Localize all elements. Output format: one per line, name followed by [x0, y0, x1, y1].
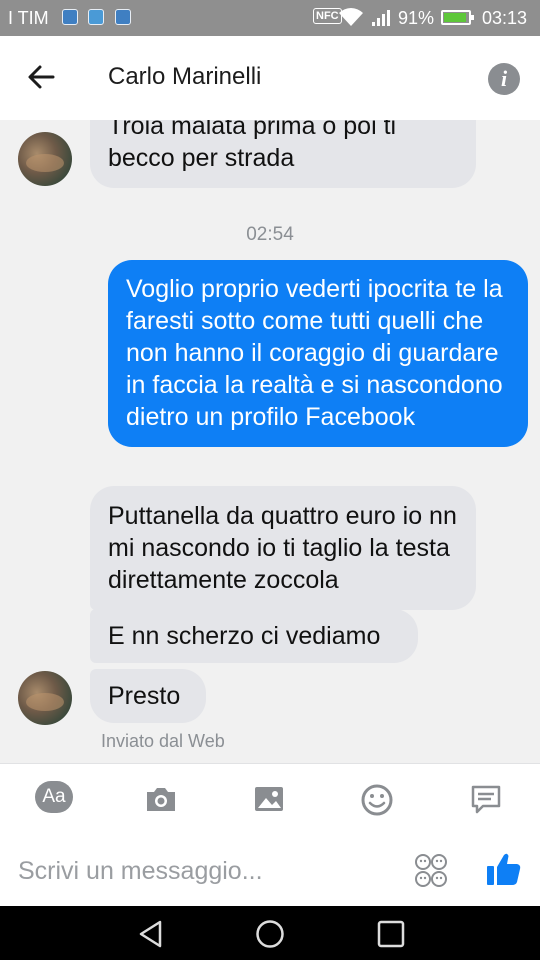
status-bar: I TIM NFC 91% 03:13 [0, 0, 540, 36]
sent-via-label: Inviato dal Web [101, 731, 225, 751]
quick-reply-icon[interactable] [469, 784, 505, 816]
contact-name[interactable]: Carlo Marinelli [108, 63, 261, 91]
wifi-icon [338, 6, 364, 33]
incoming-message[interactable]: E nn scherzo ci vediamo [90, 609, 418, 663]
composer-toolbar: Aa [0, 763, 540, 835]
message-timestamp: 02:54 [246, 224, 294, 245]
emoji-icon[interactable] [360, 784, 396, 816]
carrier-label: I TIM [8, 8, 49, 28]
message-list[interactable]: Troia malata prima o poi ti becco per st… [0, 120, 540, 763]
nav-back-icon[interactable] [136, 919, 166, 949]
battery-level-fill [444, 13, 466, 22]
incoming-message[interactable]: Troia malata prima o poi ti becco per st… [90, 120, 476, 188]
sticker-icon[interactable] [414, 853, 450, 889]
clock: 03:13 [482, 8, 528, 28]
like-icon[interactable] [484, 849, 524, 889]
outgoing-message[interactable]: Voglio proprio vederti ipocrita te la fa… [108, 260, 528, 447]
nav-recents-icon[interactable] [376, 919, 406, 949]
incoming-message[interactable]: Puttanella da quattro euro io nn mi nasc… [90, 486, 476, 610]
notification-image-icon [115, 9, 131, 25]
back-arrow-icon[interactable] [24, 60, 58, 94]
camera-icon[interactable] [144, 784, 180, 816]
nav-home-icon[interactable] [255, 919, 285, 949]
incoming-message[interactable]: Presto [90, 669, 206, 723]
info-icon[interactable]: i [488, 63, 520, 95]
notification-app-icon [62, 9, 78, 25]
text-format-icon[interactable]: Aa [35, 781, 73, 813]
message-composer [0, 835, 540, 906]
avatar[interactable] [18, 132, 72, 186]
conversation-header: Carlo Marinelli i [0, 36, 540, 120]
system-navigation-bar [0, 906, 540, 960]
message-input[interactable] [18, 849, 398, 893]
signal-icon [372, 10, 390, 26]
battery-charging-icon [441, 10, 474, 25]
gallery-icon[interactable] [253, 784, 289, 816]
notification-app-icon [88, 9, 104, 25]
avatar[interactable] [18, 671, 72, 725]
battery-percent: 91% [398, 8, 435, 28]
